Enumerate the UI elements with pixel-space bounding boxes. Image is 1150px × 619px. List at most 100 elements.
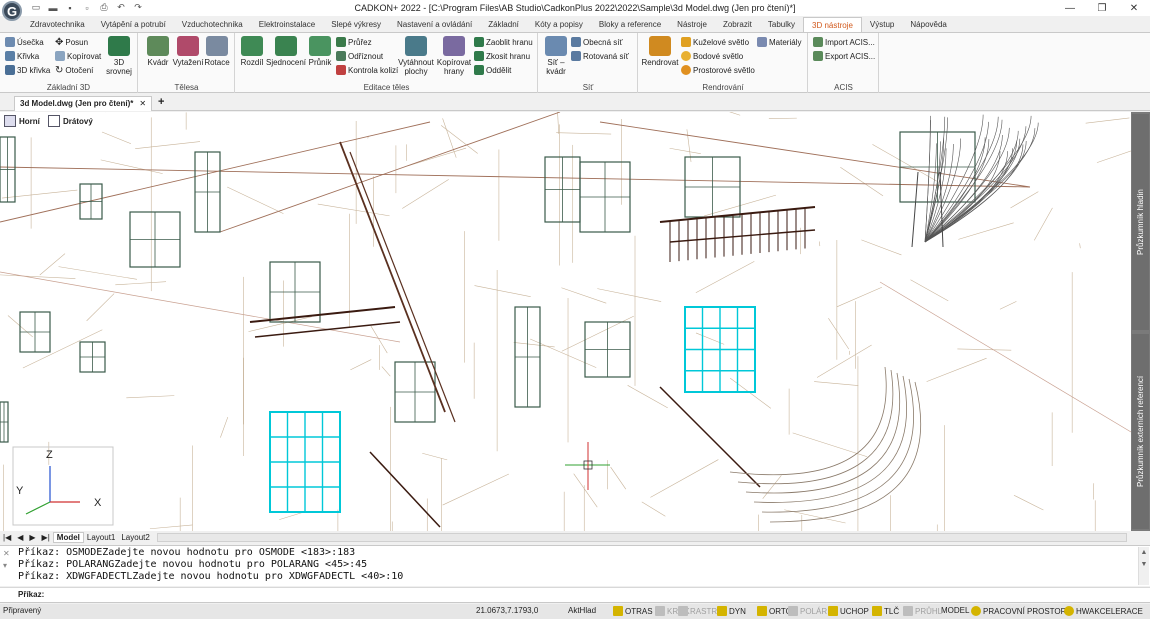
odriznout-button[interactable]: Odříznout [336, 51, 383, 61]
status-toggle[interactable]: PRACOVNÍ PROSTOR [971, 606, 1066, 616]
status-toggle-icon [971, 606, 981, 616]
kopirovat-hrany-button[interactable]: Kopírovat hrany [436, 36, 472, 76]
ribbon-tab[interactable]: Nástroje [669, 17, 715, 32]
zaoblit-hranu-button[interactable]: Zaoblit hranu [474, 37, 533, 47]
restore-icon[interactable]: ❐ [1086, 0, 1118, 16]
layer-explorer-tab[interactable]: Průzkumník hladin [1132, 114, 1149, 330]
bodove-svetlo-button[interactable]: Bodové světlo [681, 51, 743, 61]
close-tab-icon[interactable]: ✕ [139, 97, 146, 111]
rozdil-button[interactable]: Rozdíl [238, 36, 266, 67]
posun-button[interactable]: ✥ Posun [55, 37, 88, 48]
prostorove-svetlo-button[interactable]: Prostorové světlo [681, 65, 755, 75]
sjednoceni-button[interactable]: Sjednocení [266, 36, 306, 67]
ribbon-tab[interactable]: Vzduchotechnika [174, 17, 251, 32]
xref-explorer-tab[interactable]: Průzkumník externích referencí [1132, 334, 1149, 529]
close-command-icon[interactable]: ✕ [3, 549, 10, 558]
view-control[interactable]: Horní [4, 115, 40, 127]
status-toggle[interactable]: OTRAS [613, 606, 653, 616]
status-toggle-icon [788, 606, 798, 616]
ribbon-tab[interactable]: 3D nástroje [803, 17, 862, 32]
oddelit-button[interactable]: Oddělit [474, 65, 511, 75]
rotate-icon: ↻ [55, 65, 64, 76]
status-toggle[interactable]: PRŮHL [903, 606, 942, 616]
document-tab[interactable]: 3d Model.dwg (Jen pro čtení)* ✕ [14, 96, 153, 111]
rotovana-sit-button[interactable]: Rotovaná síť [571, 51, 629, 61]
prunik-button[interactable]: Průnik [306, 36, 334, 67]
prev-layout-icon[interactable]: ◀ [14, 533, 26, 542]
rendrovat-button[interactable]: Rendrovat [641, 36, 679, 67]
status-toggle[interactable]: TLČ [872, 606, 899, 616]
ribbon-tab[interactable]: Nastavení a ovládání [389, 17, 480, 32]
obecna-sit-button[interactable]: Obecná síť [571, 37, 622, 47]
panel-editace-teles: Rozdíl Sjednocení Průnik Průřez Odříznou… [236, 33, 538, 93]
panel-title: Základní 3D [46, 83, 91, 92]
ribbon-tab[interactable]: Základní [480, 17, 527, 32]
kontrola-kolizi-button[interactable]: Kontrola kolizí [336, 65, 398, 75]
export-acis-button[interactable]: Export ACIS... [813, 51, 875, 61]
import-acis-button[interactable]: Import ACIS... [813, 37, 875, 47]
ribbon-tab[interactable]: Slepé výkresy [323, 17, 389, 32]
status-toggle[interactable]: HWAKCELERACE [1064, 606, 1143, 616]
ribbon-tab[interactable]: Vytápění a potrubí [93, 17, 174, 32]
ribbon-tab[interactable]: Bloky a reference [591, 17, 669, 32]
distant-light-icon [681, 65, 691, 75]
tab-layout2[interactable]: Layout2 [118, 533, 152, 542]
panel-title: Editace těles [363, 83, 410, 92]
mesh-box-icon [545, 36, 567, 56]
close-icon[interactable]: ✕ [1118, 0, 1150, 16]
tab-model[interactable]: Model [52, 532, 84, 543]
view-cube-icon [4, 115, 16, 127]
vytazeni-button[interactable]: Vytažení [172, 36, 204, 67]
status-toggle[interactable]: AktHlad [568, 606, 596, 615]
drawing-viewport[interactable]: Horní Drátový Z Y X [0, 112, 1131, 531]
3d-krivka-button[interactable]: 3D křivka [5, 65, 50, 75]
sit-kvadr-button[interactable]: Síť – kvádr [542, 36, 570, 76]
horizontal-scrollbar[interactable] [156, 533, 1127, 542]
command-input[interactable]: Příkaz: [0, 587, 1150, 603]
status-toggle[interactable]: RASTR [678, 606, 717, 616]
ribbon-tab[interactable]: Nápověda [902, 17, 954, 32]
status-toggle-icon [717, 606, 727, 616]
status-toggle-label: MODEL [941, 606, 970, 615]
command-history: ✕ ▾ Příkaz: OSMODEZadejte novou hodnotu … [0, 545, 1150, 586]
visual-style-control[interactable]: Drátový [48, 115, 93, 127]
new-tab-icon[interactable]: + [158, 96, 164, 108]
ribbon-tab[interactable]: Zobrazit [715, 17, 760, 32]
ribbon-tab[interactable]: Výstup [862, 17, 902, 32]
first-layout-icon[interactable]: |◀ [0, 533, 14, 542]
kopirovat-button[interactable]: Kopírovat [55, 51, 101, 61]
materialy-button[interactable]: Materiály [757, 37, 801, 47]
section-icon [336, 37, 346, 47]
status-toggle-icon [613, 606, 623, 616]
otoceni-button[interactable]: ↻ Otočení [55, 65, 93, 76]
ribbon-tab[interactable]: Tabulky [760, 17, 803, 32]
minimize-icon[interactable]: — [1054, 0, 1086, 16]
usecka-button[interactable]: Úsečka [5, 37, 44, 47]
last-layout-icon[interactable]: ▶| [39, 533, 53, 542]
command-scrollbar[interactable]: ▲ ▼ [1138, 547, 1149, 585]
krivka-button[interactable]: Křivka [5, 51, 39, 61]
union-icon [275, 36, 297, 56]
zkosit-hranu-button[interactable]: Zkosit hranu [474, 51, 530, 61]
status-toggle[interactable]: DYN [717, 606, 746, 616]
vytahnout-plochy-button[interactable]: Vytáhnout plochy [396, 36, 436, 76]
status-toggle-label: POLÁR [800, 606, 828, 616]
rotace-button[interactable]: Rotace [203, 36, 231, 67]
move-icon: ✥ [55, 37, 64, 48]
command-menu-icon[interactable]: ▾ [3, 561, 7, 570]
kvadr-button[interactable]: Kvádr [144, 36, 172, 67]
status-toggle[interactable]: ORTO [757, 606, 792, 616]
ribbon-tab[interactable]: Kóty a popisy [527, 17, 591, 32]
panel-sit: Síť – kvádr Obecná síť Rotovaná síť Síť [539, 33, 638, 93]
tab-layout1[interactable]: Layout1 [84, 533, 118, 542]
panel-telesa: Kvádr Vytažení Rotace Tělesa [139, 33, 235, 93]
ribbon-tab[interactable]: Zdravotechnika [22, 17, 93, 32]
next-layout-icon[interactable]: ▶ [26, 533, 38, 542]
status-toggle[interactable]: UCHOP [828, 606, 869, 616]
3d-srovnej-button[interactable]: 3D srovnej [104, 36, 134, 76]
ribbon-tab[interactable]: Elektroinstalace [251, 17, 323, 32]
kuzelove-svetlo-button[interactable]: Kuželové světlo [681, 37, 749, 47]
prurez-button[interactable]: Průřez [336, 37, 372, 47]
status-toggle[interactable]: MODEL [941, 606, 969, 615]
status-toggle[interactable]: POLÁR [788, 606, 827, 616]
